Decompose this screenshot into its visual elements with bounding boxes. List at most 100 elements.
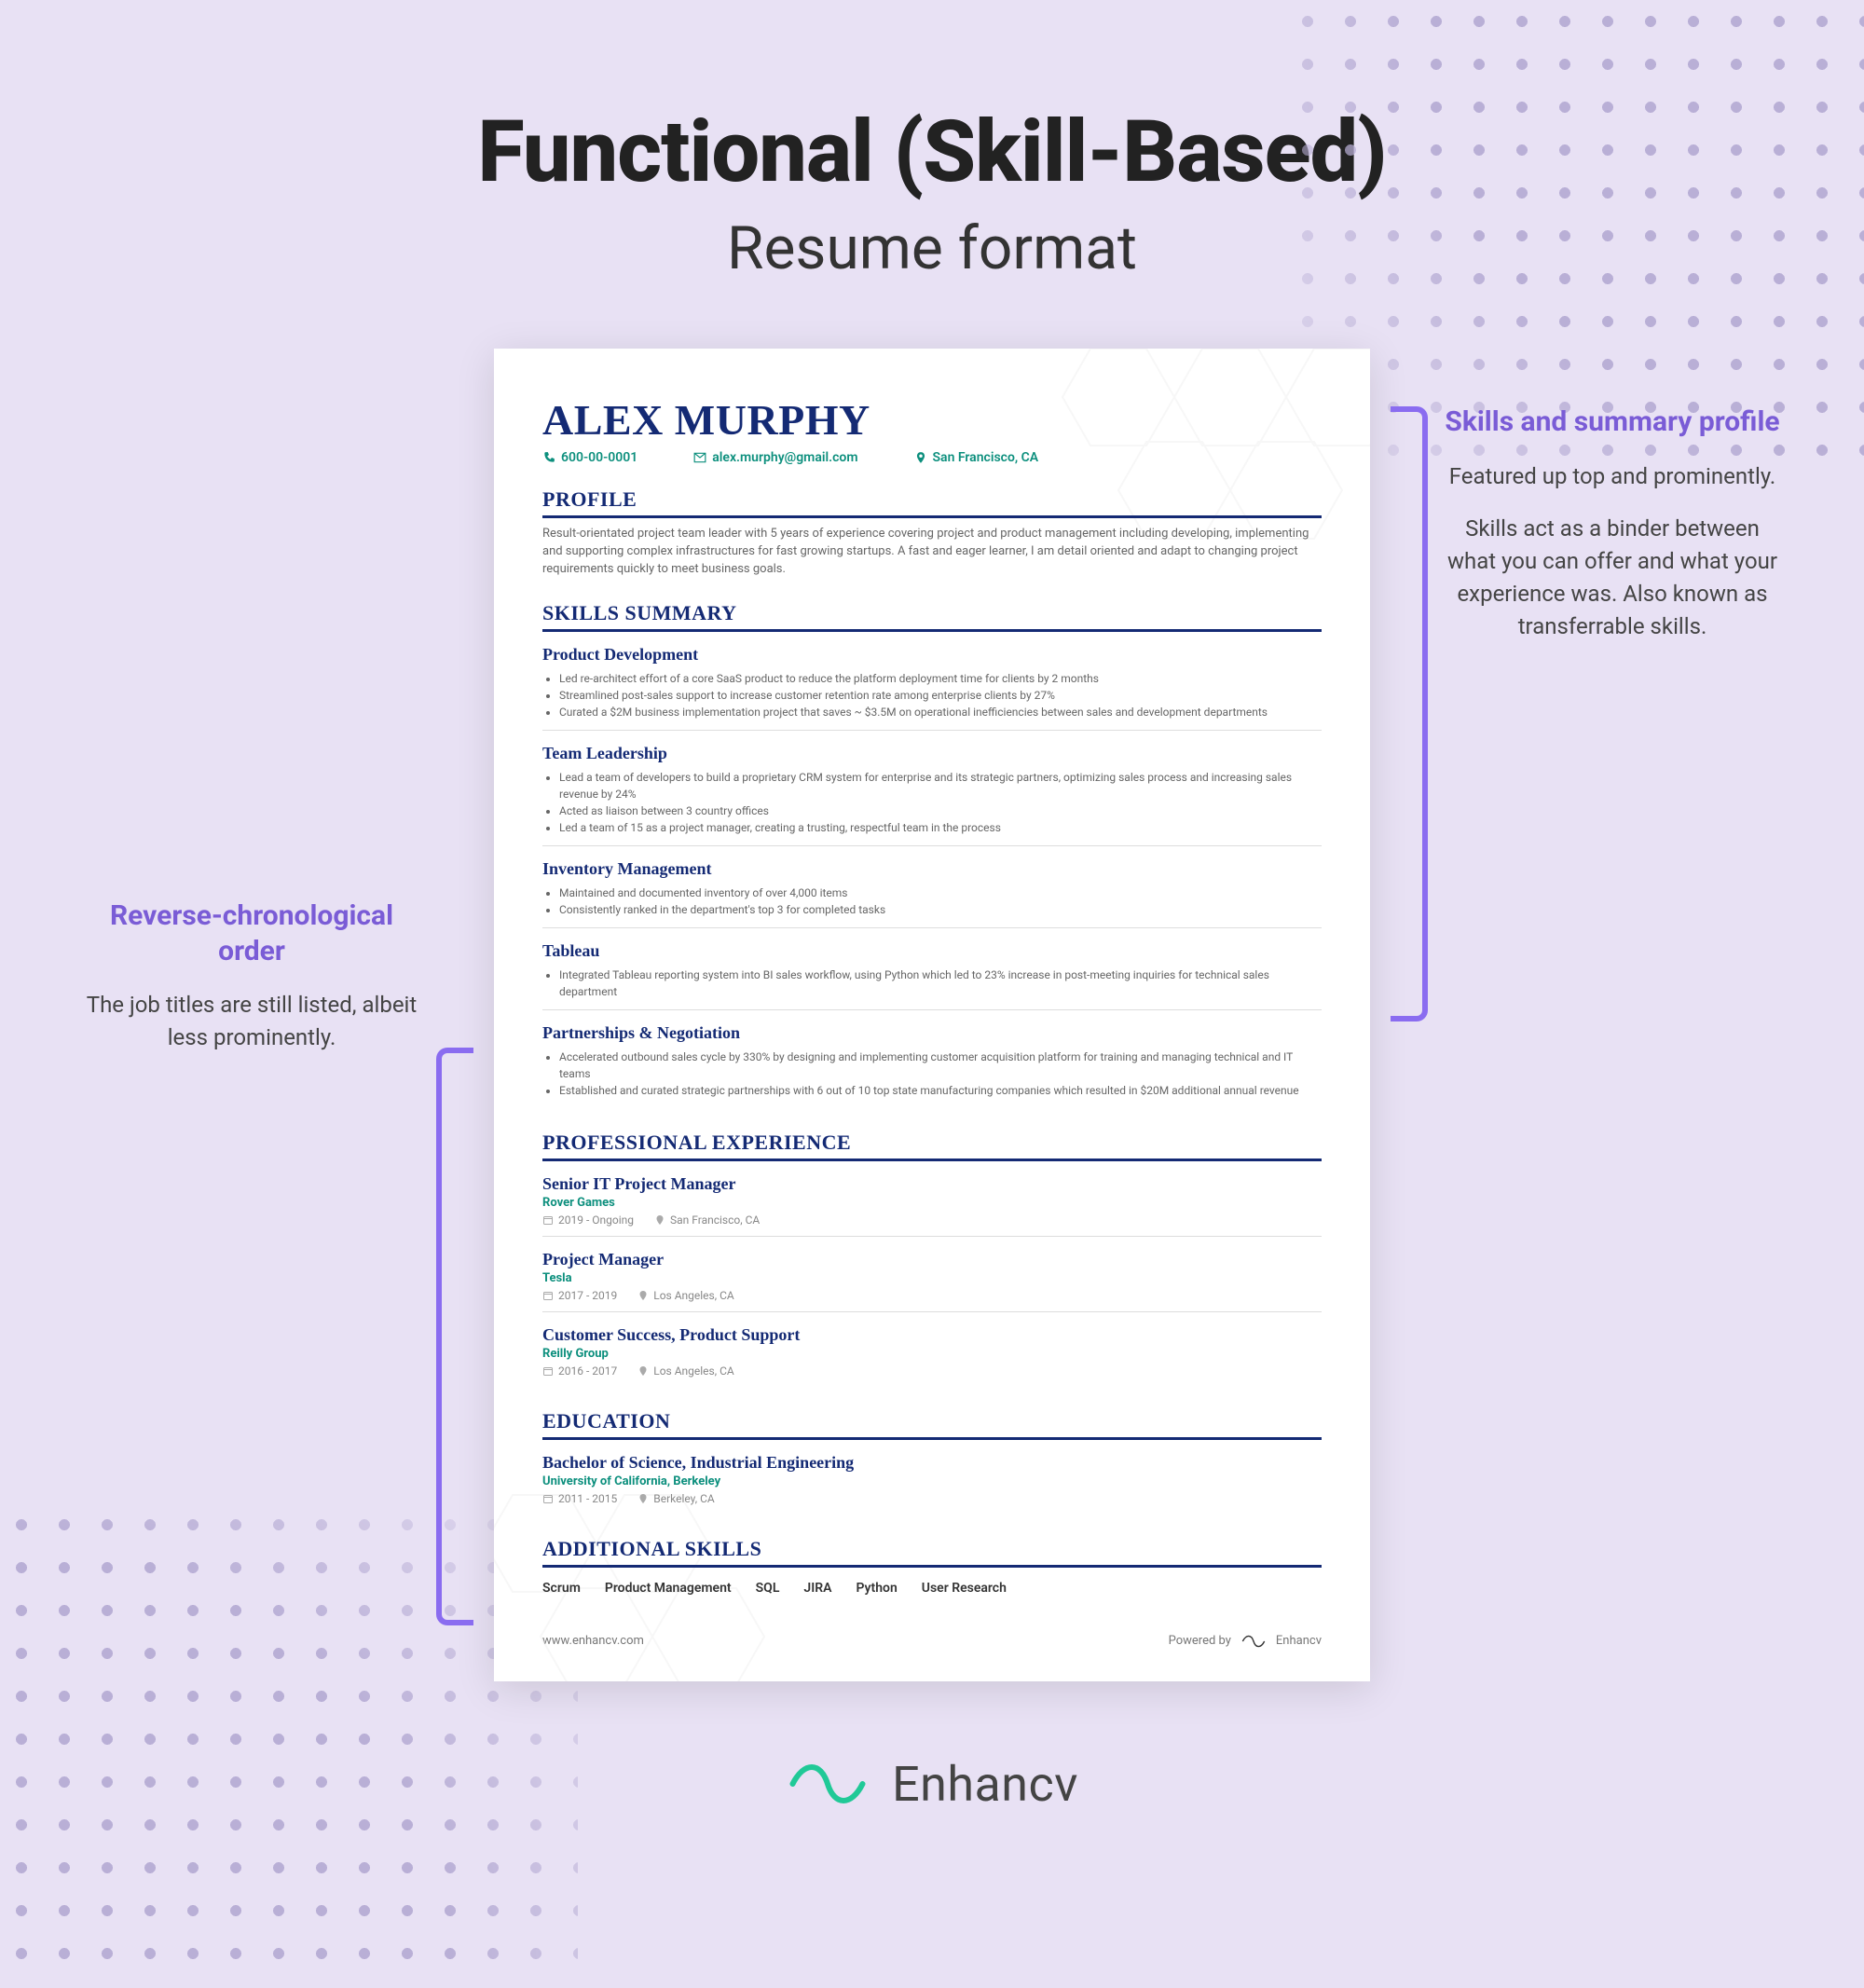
exp-meta: 2016 - 2017 Los Angeles, CA	[542, 1364, 1322, 1378]
section-title: ADDITIONAL SKILLS	[542, 1537, 1322, 1568]
page-brand: Enhancv	[0, 1756, 1864, 1813]
calendar-icon	[542, 1214, 554, 1226]
exp-org: Tesla	[542, 1271, 1322, 1285]
callout-skills: Skills and summary profile Featured up t…	[1445, 404, 1780, 642]
resume-document: Skills and summary profile Featured up t…	[494, 349, 1370, 1681]
skill-bullets: Integrated Tableau reporting system into…	[559, 967, 1322, 1000]
skill-bullets: Maintained and documented inventory of o…	[559, 884, 1322, 918]
resume-contact: 600-00-0001 alex.murphy@gmail.com San Fr…	[542, 450, 1322, 465]
skill-bullet: Streamlined post-sales support to increa…	[559, 687, 1322, 704]
skill-bullets: Led re-architect effort of a core SaaS p…	[559, 670, 1322, 720]
calendar-icon	[542, 1493, 554, 1504]
callout-body: Skills act as a binder between what you …	[1445, 513, 1780, 642]
skill-bullet: Lead a team of developers to build a pro…	[559, 769, 1322, 802]
section-education: EDUCATION Bachelor of Science, Industria…	[542, 1409, 1322, 1515]
section-additional: ADDITIONAL SKILLS Scrum Product Managemen…	[542, 1537, 1322, 1596]
skill-bullets: Accelerated outbound sales cycle by 330%…	[559, 1049, 1322, 1099]
resume-name: ALEX MURPHY	[542, 395, 1322, 445]
bracket-left	[436, 1048, 473, 1625]
phone-icon	[542, 451, 555, 464]
skill-bullet: Established and curated strategic partne…	[559, 1082, 1322, 1099]
skill-title: Product Development	[542, 645, 1322, 665]
skill-tag: JIRA	[803, 1581, 831, 1596]
skill-tag: Scrum	[542, 1581, 581, 1596]
experience-item: Customer Success, Product Support Reilly …	[542, 1325, 1322, 1387]
skill-group: Inventory Management Maintained and docum…	[542, 859, 1322, 928]
exp-org: Rover Games	[542, 1196, 1322, 1210]
edu-degree: Bachelor of Science, Industrial Engineer…	[542, 1453, 1322, 1473]
skill-group: Tableau Integrated Tableau reporting syst…	[542, 941, 1322, 1010]
exp-loc: San Francisco, CA	[670, 1213, 760, 1227]
contact-location: San Francisco, CA	[933, 450, 1039, 465]
skill-bullet: Consistently ranked in the department's …	[559, 901, 1322, 918]
section-experience: PROFESSIONAL EXPERIENCE Senior IT Projec…	[542, 1131, 1322, 1387]
calendar-icon	[542, 1290, 554, 1301]
location-icon	[637, 1493, 649, 1504]
exp-meta: 2019 - Ongoing San Francisco, CA	[542, 1213, 1322, 1227]
experience-item: Senior IT Project Manager Rover Games 2019…	[542, 1174, 1322, 1237]
footer-powered-label: Powered by	[1169, 1634, 1231, 1648]
callout-body: Featured up top and prominently.	[1445, 460, 1780, 493]
footer-site: www.enhancv.com	[542, 1634, 644, 1648]
edu-loc: Berkeley, CA	[653, 1492, 714, 1505]
contact-phone: 600-00-0001	[561, 450, 637, 465]
contact-email: alex.murphy@gmail.com	[712, 450, 857, 465]
skill-title: Partnerships & Negotiation	[542, 1023, 1322, 1043]
email-icon	[693, 451, 706, 464]
exp-loc: Los Angeles, CA	[653, 1364, 733, 1378]
skill-bullet: Maintained and documented inventory of o…	[559, 884, 1322, 901]
skill-tag: SQL	[756, 1581, 780, 1596]
skill-title: Inventory Management	[542, 859, 1322, 879]
callout-title: Reverse-chronological order	[84, 898, 419, 968]
skill-bullets: Lead a team of developers to build a pro…	[559, 769, 1322, 836]
edu-school: University of California, Berkeley	[542, 1474, 1322, 1488]
footer-brand: Enhancv	[1276, 1634, 1322, 1648]
skill-bullet: Led re-architect effort of a core SaaS p…	[559, 670, 1322, 687]
callout-order: Reverse-chronological order The job titl…	[84, 898, 419, 1054]
brand-name: Enhancv	[892, 1756, 1078, 1813]
skill-bullet: Acted as liaison between 3 country offic…	[559, 802, 1322, 819]
skill-bullet: Led a team of 15 as a project manager, c…	[559, 819, 1322, 836]
profile-text: Result-orientated project team leader wi…	[542, 526, 1322, 579]
skill-tag: Product Management	[605, 1581, 732, 1596]
exp-dates: 2019 - Ongoing	[558, 1213, 634, 1227]
section-title: PROFILE	[542, 487, 1322, 518]
experience-item: Project Manager Tesla 2017 - 2019 Los Angel…	[542, 1250, 1322, 1312]
exp-meta: 2017 - 2019 Los Angeles, CA	[542, 1289, 1322, 1302]
location-icon	[914, 451, 927, 464]
skill-title: Tableau	[542, 941, 1322, 961]
section-title: EDUCATION	[542, 1409, 1322, 1440]
calendar-icon	[542, 1365, 554, 1377]
exp-loc: Los Angeles, CA	[653, 1289, 733, 1302]
exp-org: Reilly Group	[542, 1347, 1322, 1361]
section-profile: PROFILE Result-orientated project team l…	[542, 487, 1322, 579]
brand-logo-icon	[1240, 1633, 1267, 1650]
exp-dates: 2017 - 2019	[558, 1289, 617, 1302]
skill-title: Team Leadership	[542, 744, 1322, 763]
skill-tag: Python	[856, 1581, 897, 1596]
brand-logo-icon	[786, 1758, 870, 1810]
location-icon	[654, 1214, 665, 1226]
section-title: PROFESSIONAL EXPERIENCE	[542, 1131, 1322, 1161]
skill-group: Product Development Led re-architect effo…	[542, 645, 1322, 731]
exp-role: Senior IT Project Manager	[542, 1174, 1322, 1194]
page-subtitle: Resume format	[0, 213, 1864, 283]
skill-bullet: Accelerated outbound sales cycle by 330%…	[559, 1049, 1322, 1082]
bracket-right	[1391, 406, 1428, 1021]
location-icon	[637, 1290, 649, 1301]
edu-dates: 2011 - 2015	[558, 1492, 617, 1505]
resume-footer: www.enhancv.com Powered by Enhancv	[542, 1633, 1322, 1650]
location-icon	[637, 1365, 649, 1377]
section-skills: SKILLS SUMMARY Product Development Led re…	[542, 601, 1322, 1108]
callout-title: Skills and summary profile	[1445, 404, 1780, 440]
exp-role: Project Manager	[542, 1250, 1322, 1269]
skill-tag: User Research	[922, 1581, 1007, 1596]
skill-bullet: Integrated Tableau reporting system into…	[559, 967, 1322, 1000]
callout-body: The job titles are still listed, albeit …	[84, 989, 419, 1054]
skill-bullet: Curated a $2M business implementation pr…	[559, 704, 1322, 720]
page-title: Functional (Skill-Based)	[0, 103, 1864, 202]
exp-role: Customer Success, Product Support	[542, 1325, 1322, 1345]
exp-dates: 2016 - 2017	[558, 1364, 617, 1378]
section-title: SKILLS SUMMARY	[542, 601, 1322, 632]
skill-group: Team Leadership Lead a team of developers…	[542, 744, 1322, 846]
